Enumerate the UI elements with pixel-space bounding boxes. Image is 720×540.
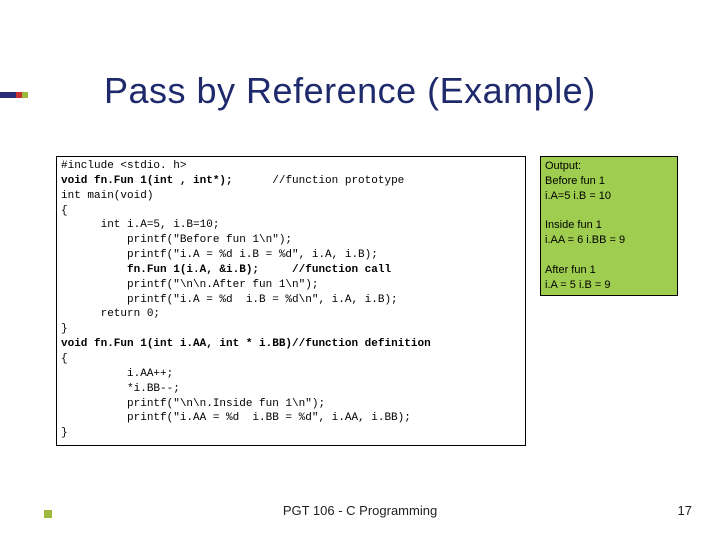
accent-lime — [22, 92, 28, 98]
code-line: *i.BB--; — [61, 383, 180, 395]
code-line: int main(void) — [61, 190, 153, 202]
output-box: Output: Before fun 1 i.A=5 i.B = 10 Insi… — [540, 156, 678, 296]
code-line: printf("\n\n.After fun 1\n"); — [61, 279, 318, 291]
code-line: #include <stdio. h> — [61, 160, 186, 172]
code-comment: //function call — [259, 264, 391, 276]
code-line: return 0; — [61, 308, 160, 320]
output-after: After fun 1 i.A = 5 i.B = 9 — [545, 264, 610, 291]
code-listing: #include <stdio. h> void fn.Fun 1(int , … — [56, 156, 526, 446]
code-line: printf("i.A = %d i.B = %d\n", i.A, i.B); — [61, 294, 398, 306]
accent-navy — [0, 92, 16, 98]
output-before: Before fun 1 i.A=5 i.B = 10 — [545, 175, 611, 202]
code-line: printf("i.AA = %d i.BB = %d", i.AA, i.BB… — [61, 412, 411, 424]
slide-title: Pass by Reference (Example) — [104, 70, 596, 112]
footer-text: PGT 106 - C Programming — [0, 503, 720, 518]
code-line: } — [61, 427, 68, 439]
code-line: { — [61, 205, 68, 217]
output-inside: Inside fun 1 i.AA = 6 i.BB = 9 — [545, 219, 625, 246]
code-line: { — [61, 353, 68, 365]
code-line: void fn.Fun 1(int , int*); — [61, 175, 233, 187]
page-number: 17 — [678, 503, 692, 518]
code-line: printf("i.A = %d i.B = %d", i.A, i.B); — [61, 249, 378, 261]
code-line: } — [61, 323, 68, 335]
code-comment: //function definition — [292, 338, 431, 350]
code-line: fn.Fun 1(i.A, &i.B); — [61, 264, 259, 276]
code-line: i.AA++; — [61, 368, 173, 380]
code-comment: //function prototype — [233, 175, 405, 187]
code-line: int i.A=5, i.B=10; — [61, 219, 219, 231]
output-label: Output: — [545, 160, 581, 172]
code-line: printf("\n\n.Inside fun 1\n"); — [61, 398, 325, 410]
title-accent — [0, 78, 30, 112]
code-line: printf("Before fun 1\n"); — [61, 234, 292, 246]
code-line: void fn.Fun 1(int i.AA, int * i.BB) — [61, 338, 292, 350]
